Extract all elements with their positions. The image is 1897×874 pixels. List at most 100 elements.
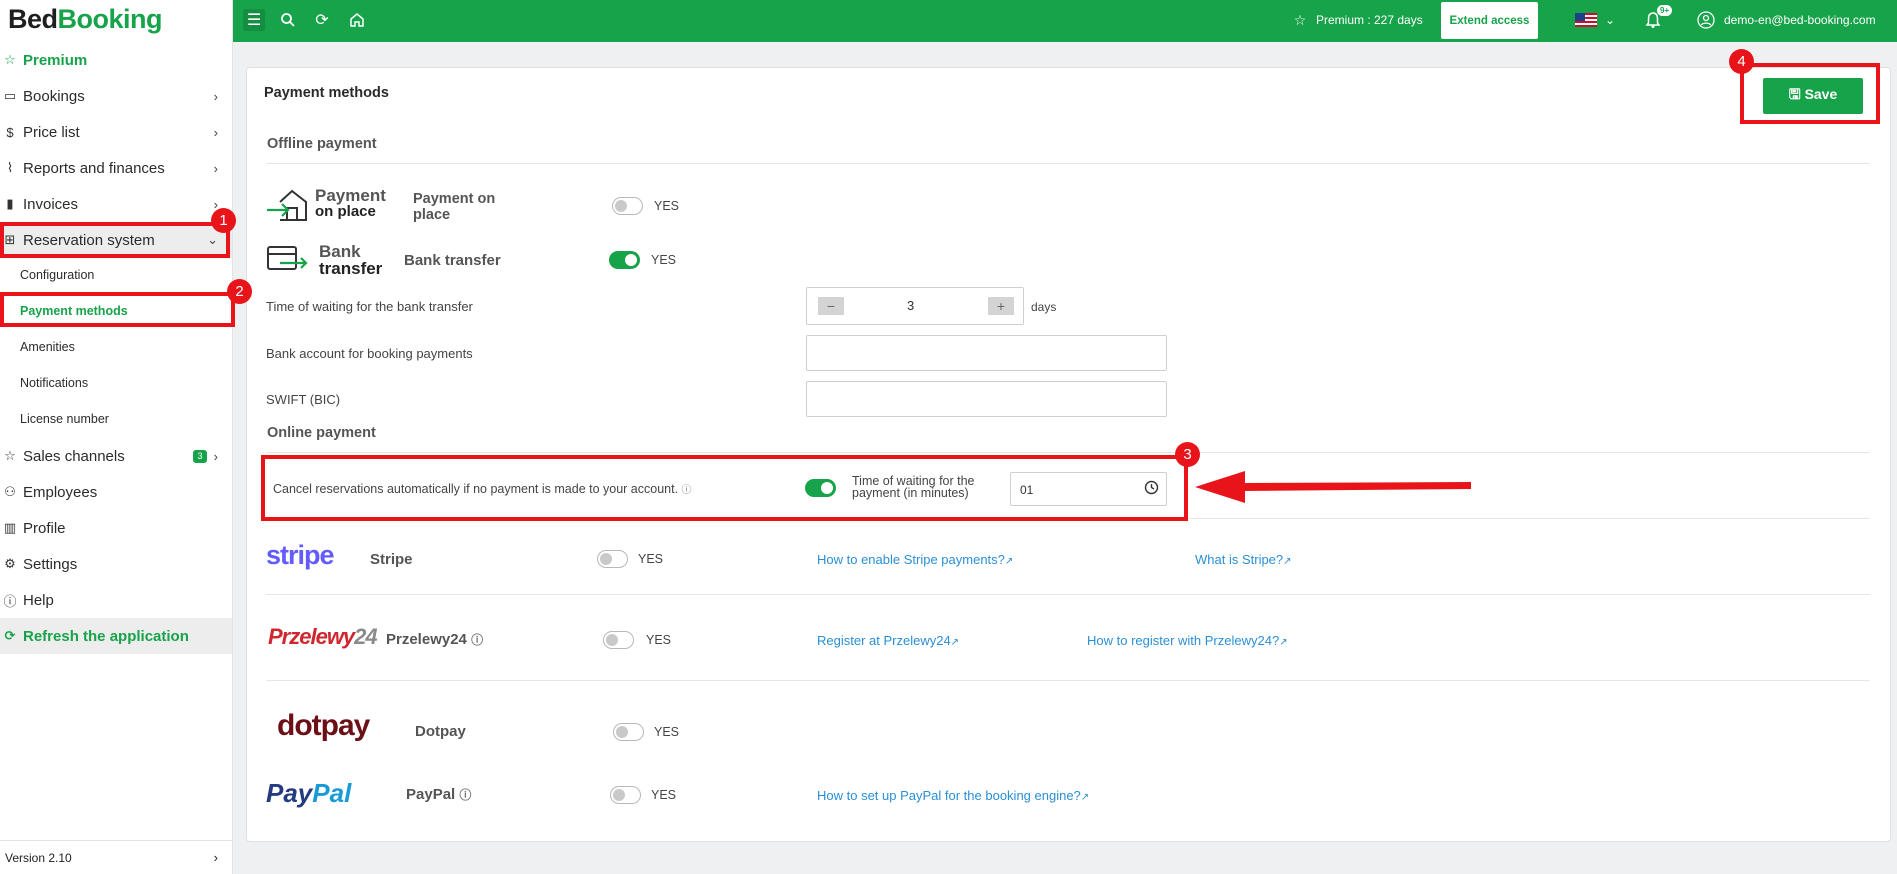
sidebar-subitem-notifications[interactable]: Notifications [20,376,88,390]
payment-on-place-logo-icon [266,188,310,222]
sidebar-item-label: Bookings [23,87,85,105]
version-label: Version 2.10 [5,850,72,865]
help-icon[interactable]: ⓘ [459,788,471,802]
chevron-right-icon: › [213,88,218,104]
sidebar-item-label: Employees [23,483,98,501]
invoice-icon: ▮ [6,196,14,211]
stripe-toggle[interactable] [597,550,628,568]
chart-icon: ⌇ [6,160,14,175]
external-link-icon: ↗ [1004,556,1014,567]
premium-status: Premium : 227 days [1316,13,1423,27]
waiting-time-stepper: − 3 + [806,287,1024,325]
chevron-right-icon: › [213,124,218,140]
waiting-time-unit: days [1031,300,1057,314]
paypal-toggle[interactable] [610,786,641,804]
page-title: Payment methods [264,85,389,101]
sidebar-item-profile[interactable]: ▥ Profile [0,510,232,546]
bank-transfer-yes-label: YES [651,253,677,267]
help-icon[interactable]: ⓘ [471,633,483,647]
waiting-time-value[interactable]: 3 [907,298,914,313]
przelewy24-yes-label: YES [646,633,672,647]
chevron-right-icon: › [213,850,218,865]
bank-account-input[interactable] [806,335,1167,371]
sidebar-item-label: Profile [23,519,66,537]
annotation-box-3 [261,455,1188,521]
przelewy24-logo: Przelewy24 [268,624,378,649]
stripe-logo: stripe [266,540,335,570]
external-link-icon: ↗ [950,637,960,648]
external-link-icon: ↗ [1080,792,1090,803]
external-link-icon: ↗ [1279,637,1288,648]
paypal-name: PayPal ⓘ [406,786,472,803]
sidebar-item-label: Invoices [23,195,79,213]
user-avatar-icon[interactable] [1695,9,1717,31]
building-icon: ▥ [3,520,17,535]
user-plus-icon: ⚇ [4,484,16,499]
stripe-enable-link[interactable]: How to enable Stripe payments?↗ [817,552,1013,567]
home-icon[interactable] [346,9,368,31]
payment-on-place-toggle[interactable] [612,197,643,215]
annotation-box-4 [1740,63,1880,124]
annotation-arrow-icon [1195,469,1475,505]
offline-payment-title: Offline payment [267,136,377,152]
sidebar-item-price-list[interactable]: $ Price list › [0,114,232,150]
sidebar: BedBooking ☆ Premium ▭ Bookings › $ Pric… [0,0,233,874]
notification-count-badge: 9+ [1657,5,1673,16]
search-icon[interactable] [277,9,299,31]
hamburger-menu-icon[interactable]: ☰ [243,9,265,31]
chevron-right-icon: › [213,160,218,176]
star-icon: ☆ [4,52,16,67]
app-logo[interactable]: BedBooking [8,4,163,35]
us-flag-icon[interactable] [1575,13,1597,27]
refresh-icon[interactable]: ⟳ [311,9,333,31]
payment-on-place-yes-label: YES [654,199,680,213]
sidebar-item-employees[interactable]: ⚇ Employees [0,474,232,510]
sidebar-item-reports[interactable]: ⌇ Reports and finances › [0,150,232,186]
version-info[interactable]: Version 2.10 › [0,840,232,874]
sidebar-item-sales-channels[interactable]: ☆ Sales channels 3 › [0,438,232,474]
annotation-number-2: 2 [227,279,252,304]
przelewy24-register-link[interactable]: Register at Przelewy24↗ [817,633,959,648]
extend-access-button[interactable]: Extend access [1441,2,1538,39]
sidebar-item-invoices[interactable]: ▮ Invoices › [0,186,232,222]
star-icon: ☆ [4,448,16,463]
sidebar-subitem-license-number[interactable]: License number [20,412,109,426]
user-email[interactable]: demo-en@bed-booking.com [1724,13,1876,27]
sidebar-subitem-configuration[interactable]: Configuration [20,268,94,282]
sidebar-item-settings[interactable]: ⚙ Settings [0,546,232,582]
divider [266,452,1870,453]
sidebar-subitem-amenities[interactable]: Amenities [20,340,75,354]
decrement-button[interactable]: − [818,297,844,315]
what-is-stripe-link[interactable]: What is Stripe?↗ [1195,552,1292,567]
annotation-box-2 [0,292,235,327]
refresh-icon: ⟳ [4,628,16,643]
przelewy24-how-to-link[interactable]: How to register with Przelewy24?↗ [1087,633,1288,648]
paypal-yes-label: YES [651,788,677,802]
sidebar-item-bookings[interactable]: ▭ Bookings › [0,78,232,114]
stripe-yes-label: YES [638,552,664,566]
sidebar-item-label: Price list [23,123,80,141]
chevron-down-icon[interactable]: ⌄ [1599,9,1621,31]
bank-transfer-name: Bank transfer [404,252,501,269]
przelewy24-name: Przelewy24 ⓘ [386,631,484,648]
paypal-setup-link[interactable]: How to set up PayPal for the booking eng… [817,788,1089,803]
annotation-number-3: 3 [1175,442,1200,467]
swift-label: SWIFT (BIC) [266,392,341,407]
dotpay-logo: dotpay [277,709,370,742]
star-icon: ☆ [1293,11,1307,28]
sidebar-item-help[interactable]: ⓘ Help [0,582,232,618]
przelewy24-toggle[interactable] [603,631,634,649]
sidebar-item-refresh[interactable]: ⟳ Refresh the application [0,618,232,654]
divider [266,594,1870,595]
info-icon: ⓘ [3,593,17,609]
increment-button[interactable]: + [988,297,1014,315]
divider [266,680,1870,681]
payment-on-place-logo-text: Payment on place [315,186,386,220]
top-bar: ☰ ⟳ ☆ Premium : 227 days Extend access ⌄… [233,0,1897,42]
swift-input[interactable] [806,381,1167,417]
annotation-box-1 [0,222,230,258]
sidebar-item-premium[interactable]: ☆ Premium [0,42,232,78]
annotation-number-1: 1 [211,208,236,233]
dotpay-toggle[interactable] [613,723,644,741]
bank-transfer-toggle[interactable] [609,251,640,269]
